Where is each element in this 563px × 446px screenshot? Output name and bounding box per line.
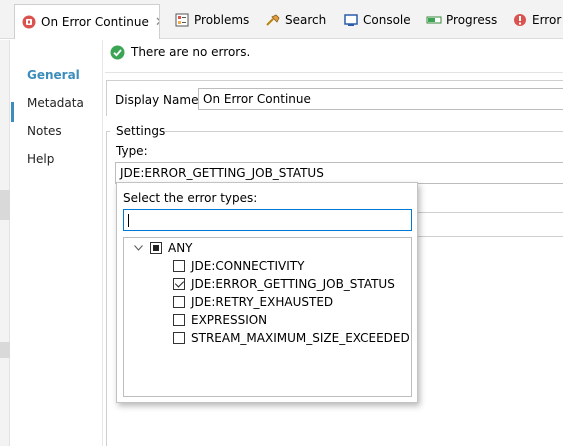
tab-on-error-continue[interactable]: On Error Continue ✕ — [14, 4, 160, 39]
type-field[interactable]: JDE:ERROR_GETTING_JOB_STATUS — [115, 162, 563, 184]
checkbox[interactable] — [173, 314, 185, 326]
checkbox[interactable] — [173, 260, 185, 272]
tab-label: Progress — [446, 12, 498, 27]
error-handler-icon — [21, 14, 37, 30]
progress-icon — [426, 12, 442, 28]
text-caret — [128, 214, 129, 227]
nav-item-metadata[interactable]: Metadata — [27, 93, 84, 113]
console-icon — [343, 12, 359, 28]
tab-label: Error L — [532, 12, 563, 27]
checkbox[interactable] — [173, 332, 185, 344]
tree-item-jde-retry-exhausted[interactable]: JDE:RETRY_EXHAUSTED — [173, 293, 333, 311]
tree-item-label: JDE:CONNECTIVITY — [191, 259, 305, 273]
group-border — [106, 80, 107, 116]
type-label: Type: — [116, 144, 148, 158]
tree-item-jde-connectivity[interactable]: JDE:CONNECTIVITY — [173, 257, 304, 275]
chevron-down-icon[interactable] — [132, 245, 144, 251]
hidden-field-border — [418, 236, 563, 237]
check-icon — [109, 44, 125, 60]
search-icon — [265, 12, 281, 28]
display-name-field[interactable]: On Error Continue — [198, 88, 563, 110]
partial-checkbox[interactable] — [150, 242, 162, 254]
popup-title: Select the error types: — [123, 191, 258, 205]
nav-selection-indicator — [11, 102, 14, 122]
tree-node-label: ANY — [168, 241, 193, 255]
checkbox[interactable] — [173, 296, 185, 308]
checkbox-checked[interactable] — [173, 278, 185, 290]
tree-item-label: JDE:ERROR_GETTING_JOB_STATUS — [191, 277, 395, 291]
panel-shadow — [0, 342, 10, 358]
panel-shadow — [0, 190, 10, 220]
validation-status: There are no errors. — [109, 44, 250, 60]
error-log-icon — [512, 12, 528, 28]
tree-item-jde-error-getting-job-status[interactable]: JDE:ERROR_GETTING_JOB_STATUS — [173, 275, 395, 293]
group-border — [106, 131, 107, 446]
tab-search[interactable]: Search — [265, 6, 326, 33]
nav-item-help[interactable]: Help — [27, 149, 54, 169]
settings-group-label: Settings — [116, 124, 166, 138]
tab-label: Problems — [194, 12, 250, 27]
tree-item-label: STREAM_MAXIMUM_SIZE_EXCEEDED — [191, 331, 410, 345]
tree-node-any[interactable]: ANY — [132, 239, 193, 257]
status-text: There are no errors. — [131, 45, 251, 59]
error-type-tree: ANY JDE:CONNECTIVITY JDE:ERROR_GETTING_J… — [123, 237, 412, 397]
tab-error-log[interactable]: Error L — [512, 6, 563, 33]
close-icon[interactable]: ✕ — [155, 15, 159, 30]
tree-item-label: JDE:RETRY_EXHAUSTED — [191, 295, 334, 309]
error-type-search-input[interactable] — [123, 209, 412, 231]
tab-label: Console — [363, 12, 411, 27]
display-name-label: Display Name: — [115, 93, 203, 107]
tree-item-stream-maximum-size-exceeded[interactable]: STREAM_MAXIMUM_SIZE_EXCEEDED — [173, 329, 410, 347]
nav-item-general[interactable]: General — [27, 65, 80, 85]
tab-label: Search — [285, 12, 327, 27]
tree-item-label: EXPRESSION — [191, 313, 268, 327]
problems-icon — [174, 12, 190, 28]
tab-problems[interactable]: Problems — [174, 6, 249, 33]
left-panel-edge — [0, 40, 10, 446]
tree-item-expression[interactable]: EXPRESSION — [173, 311, 267, 329]
group-border — [162, 131, 563, 132]
tab-label: On Error Continue — [41, 15, 149, 29]
nav-item-notes[interactable]: Notes — [27, 121, 62, 141]
tab-console[interactable]: Console — [343, 6, 411, 33]
editor-tab-bar: On Error Continue ✕ Problems Search Cons… — [0, 0, 563, 39]
properties-nav: General Metadata Notes Help — [11, 40, 103, 446]
divider — [105, 72, 563, 73]
tab-progress[interactable]: Progress — [426, 6, 497, 33]
group-border — [106, 80, 563, 81]
error-type-picker-popup: Select the error types: ANY JDE:CONNECTI… — [116, 182, 418, 403]
hidden-field-border — [418, 212, 563, 213]
